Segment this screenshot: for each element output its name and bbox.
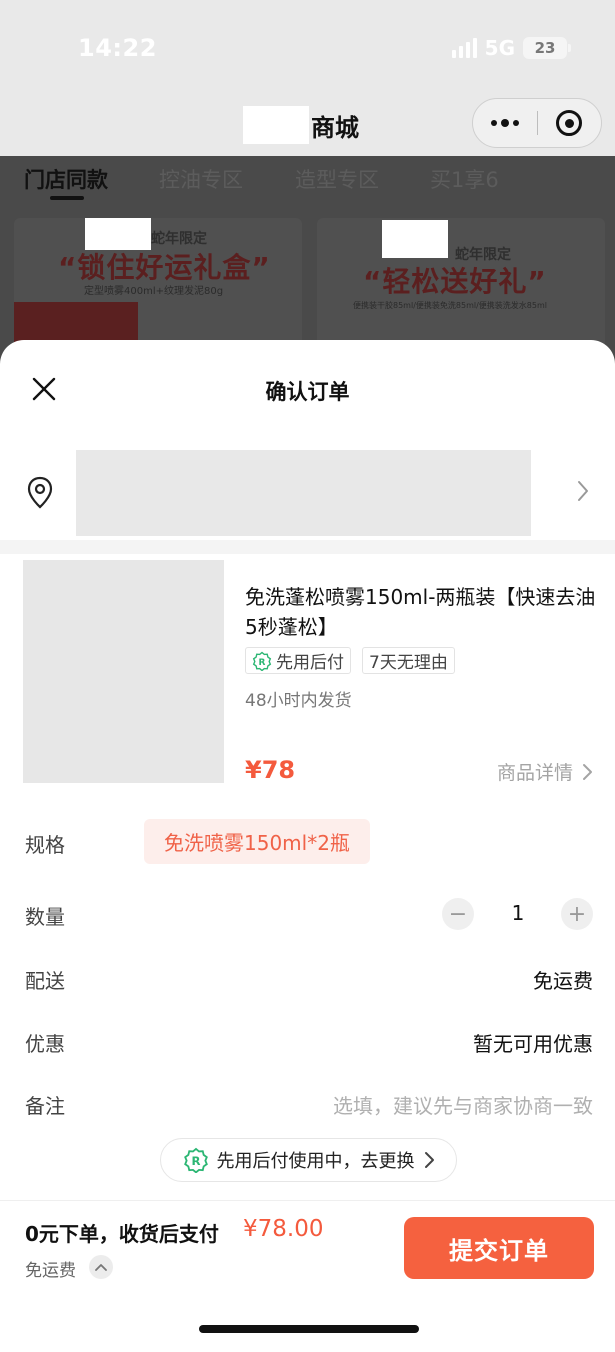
submit-order-button[interactable]: 提交订单 [404,1217,594,1279]
delivery-value: 免运费 [533,969,593,993]
banner-headline: “锁住好运礼盒” [58,251,271,284]
address-redacted [76,450,531,536]
banner-subtitle: 定型喷雾400ml+纹理发泥80g [84,286,224,297]
shop-logo-redacted [243,106,309,144]
detail-link-label: 商品详情 [496,762,573,784]
pay-total-amount: ¥78.00 [243,1216,324,1242]
category-tabs: 门店同款 控油专区 造型专区 买1享6 [0,156,615,208]
quantity-increase-button[interactable]: + [561,898,593,930]
more-dots-icon[interactable] [473,119,537,127]
mini-program-capsule [472,98,602,148]
pay-later-icon: R [252,651,272,671]
banner-subtitle: 便携装干胶85ml/便携装免洗85ml/便携装洗发水85ml [353,301,547,310]
discount-value[interactable]: 暂无可用优惠 [473,1028,593,1057]
sheet-title: 确认订单 [265,380,350,404]
pay-summary-text: 0元下单，收货后支付 [25,1222,219,1246]
discount-label: 优惠 [25,1032,65,1056]
active-tab-indicator [50,196,84,200]
spec-option-selected[interactable]: 免洗喷雾150ml*2瓶 [144,819,370,864]
battery-level: 23 [534,39,556,57]
chevron-right-icon [583,763,592,780]
bottom-shipping-label: 免运费 [25,1261,76,1281]
product-detail-link[interactable]: 商品详情 [497,758,593,785]
location-pin-icon [27,476,53,509]
battery-icon: 23 [523,37,571,59]
quantity-value: 1 [511,901,525,925]
delivery-label: 配送 [25,969,65,993]
banner-headline: “轻松送好礼” [363,265,547,298]
expand-summary-button[interactable] [89,1255,113,1279]
status-time: 14:22 [78,34,157,62]
shipping-note: 48小时内发货 [245,691,352,711]
svg-text:R: R [191,1154,200,1168]
tab-oil-control[interactable]: 控油专区 [159,164,243,194]
tab-store-same[interactable]: 门店同款 [24,164,108,194]
note-label: 备注 [25,1094,65,1118]
network-type: 5G [484,36,515,60]
tab-buy1-get6[interactable]: 买1享6 [430,164,499,194]
pay-later-icon: R [183,1147,208,1173]
quantity-decrease-button[interactable]: − [442,898,474,930]
product-price: ¥78 [245,756,296,784]
chevron-up-icon [95,1264,107,1271]
status-bar: 14:22 5G 23 [0,0,615,96]
target-circle-icon[interactable] [538,110,601,136]
product-name: 免洗蓬松喷雾150ml-两瓶装【快速去油 5秒蓬松】 [245,585,596,639]
tag-7day-return: 7天无理由 [362,647,455,674]
quantity-label: 数量 [25,905,65,929]
status-indicators: 5G 23 [451,36,571,60]
home-indicator[interactable] [199,1325,419,1333]
tag-pay-later: R 先用后付 [245,647,351,674]
note-input[interactable]: 选填，建议先与商家协商一致 [333,1090,593,1119]
pay-later-switch-button[interactable]: R 先用后付使用中，去更换 [160,1138,457,1182]
chevron-right-icon [424,1152,434,1168]
tab-styling[interactable]: 造型专区 [295,164,379,194]
banner-logo-redacted [382,220,448,258]
chevron-right-icon[interactable] [574,478,592,504]
pay-later-pill-label: 先用后付使用中，去更换 [216,1151,415,1172]
product-image [23,560,224,783]
tag-label: 7天无理由 [369,653,448,673]
banner-tagline: 蛇年限定 [151,231,207,247]
signal-icon [451,38,477,58]
svg-text:R: R [259,658,266,668]
tag-label: 先用后付 [276,653,344,673]
page-title: 商城 [311,114,359,142]
section-divider [0,540,615,554]
spec-label: 规格 [25,833,65,857]
